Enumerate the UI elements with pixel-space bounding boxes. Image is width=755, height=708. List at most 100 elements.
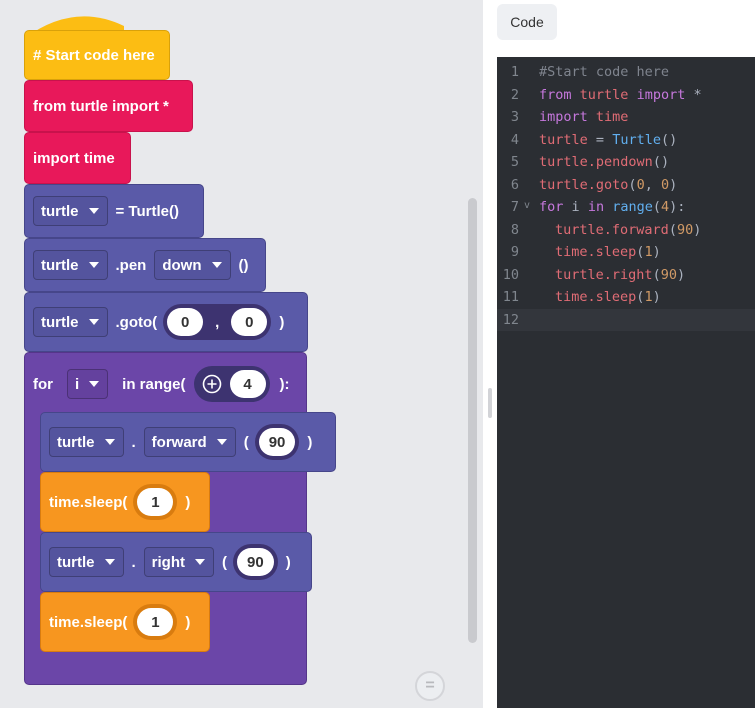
sleep-label: time.sleep( <box>49 613 128 631</box>
caret-down-icon <box>104 439 115 445</box>
goto-label: .goto( <box>115 313 158 331</box>
comment-text: # Start code here <box>33 46 155 64</box>
turtle-variable-dropdown[interactable]: turtle <box>33 196 108 226</box>
loop-variable-label: i <box>75 375 80 393</box>
sleep-label: time.sleep( <box>49 493 128 511</box>
caret-down-icon <box>216 439 227 445</box>
dot-text: . <box>131 433 136 451</box>
dot-text: . <box>131 553 136 571</box>
comment-block[interactable]: # Start code here <box>24 30 170 80</box>
line-number: 3 <box>510 109 519 126</box>
sleep-arg-slot: 1 <box>133 484 178 520</box>
line-number: 2 <box>510 86 519 103</box>
sleep-value-input[interactable]: 1 <box>137 608 174 636</box>
line-number: 12 <box>502 311 519 328</box>
assign-text: = Turtle() <box>115 202 179 220</box>
add-circle-icon[interactable] <box>202 374 222 394</box>
code-line: 10 turtle.right(90) <box>502 266 686 283</box>
code-line: 1 #Start code here <box>497 61 755 84</box>
workspace-menu-button[interactable]: = <box>415 671 445 701</box>
turtle-variable-label: turtle <box>57 553 95 571</box>
caret-down-icon <box>88 319 99 325</box>
in-range-label: in range( <box>122 375 186 393</box>
code-line: 4 turtle = Turtle() <box>497 129 755 152</box>
sleep-value-input[interactable]: 1 <box>137 488 174 516</box>
right-method-dropdown[interactable]: right <box>143 547 214 577</box>
line-number: 8 <box>510 221 519 238</box>
turtle-variable-dropdown[interactable]: turtle <box>49 427 124 457</box>
pen-block[interactable]: turtle .pen down () <box>24 238 266 292</box>
turtle-variable-dropdown[interactable]: turtle <box>33 307 108 337</box>
line-number: 4 <box>510 131 519 148</box>
line-number: 9 <box>510 244 519 261</box>
goto-x-input[interactable]: 0 <box>167 308 204 336</box>
forward-method-label: forward <box>151 433 207 451</box>
code-line: 8 turtle.forward(90) <box>497 219 755 242</box>
forward-arg-slot: 90 <box>254 424 300 460</box>
code-line: 2 from turtle import * <box>497 84 755 107</box>
caret-down-icon <box>89 381 100 387</box>
for-label: for <box>33 375 53 393</box>
right-value-input[interactable]: 90 <box>237 548 274 576</box>
import-time-block[interactable]: import time <box>24 132 131 184</box>
sleep-arg-slot: 1 <box>133 604 178 640</box>
open-paren: ( <box>222 553 227 571</box>
turtle-variable-dropdown[interactable]: turtle <box>49 547 124 577</box>
code-line: 3 import time <box>497 106 755 129</box>
forward-block[interactable]: turtle . forward ( 90 ) <box>40 412 336 472</box>
forward-value-input[interactable]: 90 <box>258 428 296 456</box>
turtle-assign-block[interactable]: turtle = Turtle() <box>24 184 204 238</box>
right-arg-slot: 90 <box>233 544 278 580</box>
pen-state-dropdown[interactable]: down <box>154 250 231 280</box>
divider-grip-handle[interactable] <box>488 388 492 418</box>
caret-down-icon <box>195 559 205 565</box>
code-editor[interactable]: 1 #Start code here 2 from turtle import … <box>497 57 755 708</box>
goto-args-slot: 0 , 0 <box>163 304 272 340</box>
turtle-variable-label: turtle <box>41 313 79 331</box>
pen-state-label: down <box>162 256 202 274</box>
import-turtle-block[interactable]: from turtle import * <box>24 80 193 132</box>
workspace-scrollbar[interactable] <box>468 198 477 643</box>
right-block[interactable]: turtle . right ( 90 ) <box>40 532 312 592</box>
block-workspace[interactable]: # Start code here from turtle import * i… <box>0 0 483 708</box>
turtle-variable-dropdown[interactable]: turtle <box>33 250 108 280</box>
sleep-block-1[interactable]: time.sleep( 1 ) <box>40 472 210 532</box>
turtle-variable-label: turtle <box>57 433 95 451</box>
equals-icon: = <box>425 677 435 694</box>
line-number: 1 <box>510 64 519 81</box>
panel-divider[interactable] <box>483 0 497 708</box>
line-number: 6 <box>510 176 519 193</box>
turtle-variable-label: turtle <box>41 256 79 274</box>
import-turtle-text: from turtle import * <box>33 97 169 115</box>
tab-code[interactable]: Code <box>497 4 557 40</box>
sleep-block-2[interactable]: time.sleep( 1 ) <box>40 592 210 652</box>
caret-down-icon <box>211 262 222 268</box>
loop-variable-dropdown[interactable]: i <box>67 369 109 399</box>
goto-block[interactable]: turtle .goto( 0 , 0 ) <box>24 292 308 352</box>
code-line: 7 v for i in range(4): <box>497 196 755 219</box>
code-line: 11 time.sleep(1) <box>502 289 661 306</box>
code-line: 5 turtle.pendown() <box>497 151 755 174</box>
import-time-text: import time <box>33 149 115 167</box>
line-number: 5 <box>510 154 519 171</box>
range-value-input[interactable]: 4 <box>229 370 266 398</box>
code-line: 9 time.sleep(1) <box>497 241 755 264</box>
forward-method-dropdown[interactable]: forward <box>143 427 236 457</box>
line-number: 10 <box>502 266 519 283</box>
code-line-current[interactable]: 12 <box>497 308 755 331</box>
line-number: 11 <box>502 289 519 306</box>
line-number: 7 <box>510 199 519 216</box>
goto-y-input[interactable]: 0 <box>231 308 268 336</box>
turtle-variable-label: turtle <box>41 202 79 220</box>
close-paren: ) <box>285 553 291 571</box>
close-paren: ) <box>307 433 313 451</box>
goto-close-paren: ) <box>279 313 285 331</box>
close-paren: ) <box>185 613 191 631</box>
caret-down-icon <box>88 262 99 268</box>
open-paren: ( <box>243 433 249 451</box>
empty-call-text: () <box>238 256 249 274</box>
caret-down-icon <box>88 208 99 214</box>
code-comment: #Start code here <box>539 64 670 81</box>
fold-chevron-icon[interactable]: v <box>524 200 530 211</box>
code-line: 6 turtle.goto(0, 0) <box>497 174 755 197</box>
